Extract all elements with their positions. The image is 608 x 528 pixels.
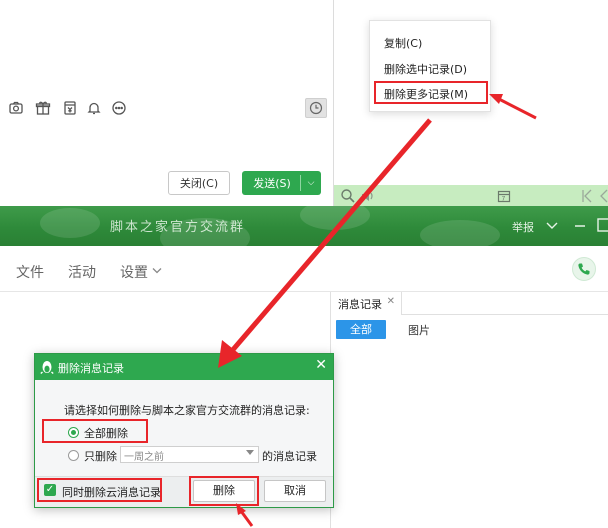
annotation-arrowhead-menu	[489, 94, 503, 104]
annotation-arrowhead-delete	[236, 503, 246, 515]
annotation-arrow-delete	[239, 510, 254, 527]
annotation-arrow-dialog	[229, 118, 432, 354]
annotation-arrow-menu	[496, 96, 537, 120]
annotation-arrows	[218, 94, 537, 527]
